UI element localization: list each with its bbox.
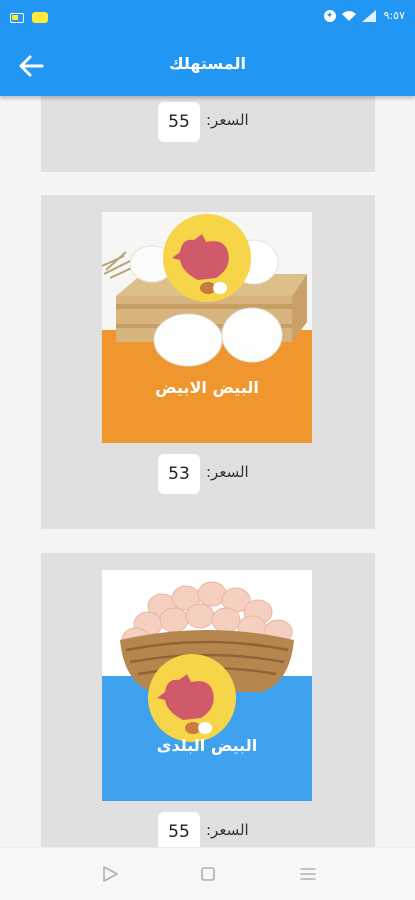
square-home-icon xyxy=(201,867,215,881)
navigation-bar xyxy=(0,847,415,900)
status-time: ٩:٥٧ xyxy=(383,9,405,22)
battery-icon xyxy=(10,13,24,23)
product-caption: البيض البلدى xyxy=(156,736,258,755)
white-eggs-image: البيض الابيض xyxy=(102,212,312,443)
price-value: 53 xyxy=(158,454,200,494)
triangle-back-icon xyxy=(103,866,118,882)
app-bar: المستهلك xyxy=(0,36,415,96)
price-value: 55 xyxy=(158,102,200,142)
wifi-icon xyxy=(341,10,356,21)
baladi-eggs-image: البيض البلدى xyxy=(102,570,312,801)
nav-home-button[interactable] xyxy=(196,862,220,886)
status-bar: ✦ ٩:٥٧ xyxy=(0,0,415,36)
page-title: المستهلك xyxy=(168,54,247,73)
product-list[interactable]: 55 السعر: البيض الابيض 53 السعر: البيض ا… xyxy=(0,96,415,847)
price-value: 55 xyxy=(158,812,200,847)
notification-icon xyxy=(32,12,48,23)
product-card[interactable]: البيض الابيض 53 السعر: xyxy=(41,195,375,529)
data-saver-icon: ✦ xyxy=(323,9,336,22)
product-card[interactable]: 55 السعر: xyxy=(41,96,375,172)
price-label: السعر: xyxy=(206,821,249,839)
product-caption: البيض الابيض xyxy=(155,378,259,397)
baladi-eggs-illustration xyxy=(102,570,312,801)
status-icons: ✦ ٩:٥٧ xyxy=(323,9,405,22)
menu-lines-icon xyxy=(300,868,316,880)
product-card[interactable]: البيض البلدى 55 السعر: xyxy=(41,553,375,847)
price-row: 53 السعر: xyxy=(158,454,258,494)
price-label: السعر: xyxy=(206,111,249,129)
price-row: 55 السعر: xyxy=(158,102,258,142)
signal-icon xyxy=(361,9,376,22)
screen: ✦ ٩:٥٧ المستهلك 55 السعر: البيض الابيض 5… xyxy=(0,0,415,900)
nav-back-button[interactable] xyxy=(98,862,122,886)
white-eggs-illustration xyxy=(102,212,312,443)
price-label: السعر: xyxy=(206,463,249,481)
nav-menu-button[interactable] xyxy=(296,862,320,886)
price-row: 55 السعر: xyxy=(158,812,258,847)
